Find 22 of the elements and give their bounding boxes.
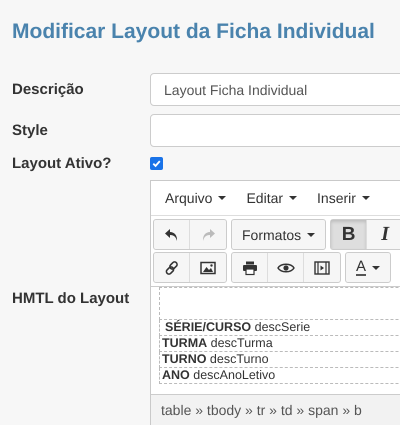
link-icon xyxy=(164,260,180,276)
field-label: HMTL do Layout xyxy=(11,290,130,306)
image-icon xyxy=(200,260,216,276)
field-label: Style xyxy=(11,121,49,141)
menu-item[interactable]: Inserir xyxy=(307,190,380,206)
element-path: table » tbody » tr » td » span » b xyxy=(151,394,400,425)
formats-dropdown[interactable]: Formatos xyxy=(232,220,326,249)
undo-icon xyxy=(164,226,180,242)
page-title: Modificar Layout da Ficha Individual xyxy=(11,19,376,45)
menu-item[interactable]: Arquivo xyxy=(155,190,236,206)
menu-item[interactable]: Editar xyxy=(236,190,308,206)
field-label: Descrição xyxy=(11,80,85,100)
redo-icon xyxy=(200,226,216,242)
format-button[interactable]: B xyxy=(331,220,368,249)
format-button[interactable]: I xyxy=(367,220,400,249)
text-field[interactable]: Layout Ficha Individual xyxy=(150,73,400,106)
text-field[interactable] xyxy=(150,114,400,147)
film-icon xyxy=(314,260,330,276)
printer-icon xyxy=(242,260,258,276)
text-color-button[interactable]: A xyxy=(346,253,390,282)
checkbox[interactable] xyxy=(150,157,163,170)
field-label: Layout Ativo? xyxy=(11,155,112,172)
